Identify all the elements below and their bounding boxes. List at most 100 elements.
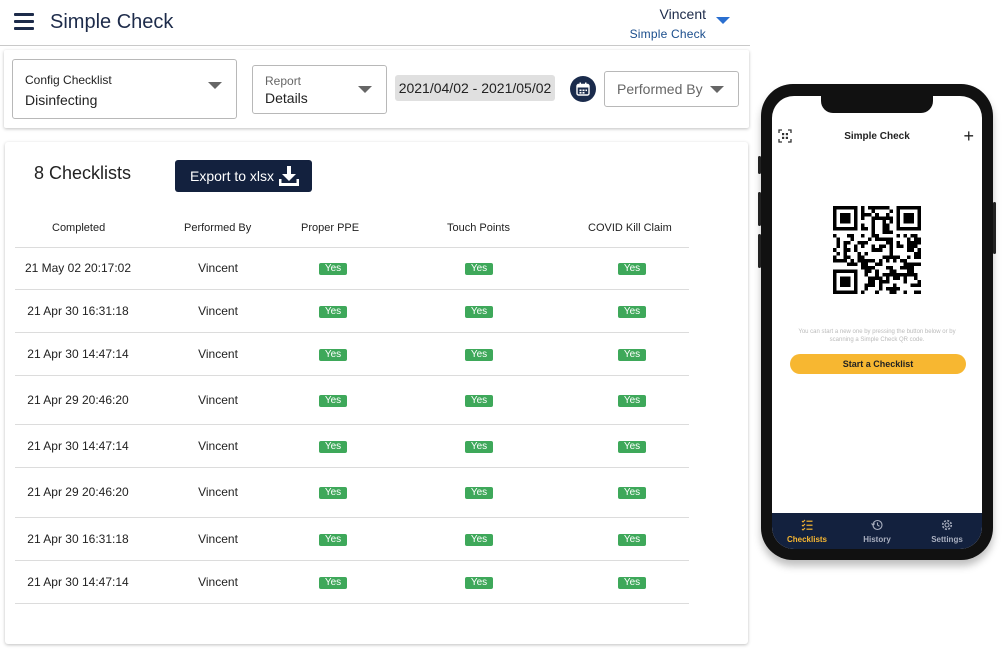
column-header-covid-kill-claim: COVID Kill Claim xyxy=(588,222,672,234)
proper-ppe-badge: Yes xyxy=(319,577,347,589)
download-icon xyxy=(279,166,299,186)
nav-settings-label: Settings xyxy=(931,535,963,544)
app-header: Simple Check Vincent Simple Check xyxy=(0,0,750,46)
config-checklist-select[interactable]: Config Checklist Disinfecting xyxy=(12,59,237,119)
covid-kill-claim-badge: Yes xyxy=(618,395,646,407)
phone-bottom-nav: Checklists History Settings xyxy=(772,513,982,549)
touch-points-badge: Yes xyxy=(465,349,493,361)
touch-points-badge: Yes xyxy=(465,534,493,546)
nav-checklists[interactable]: Checklists xyxy=(772,513,842,549)
filters-bar: Config Checklist Disinfecting Report Det… xyxy=(4,50,749,128)
phone-app-title: Simple Check xyxy=(844,131,910,142)
covid-kill-claim-badge: Yes xyxy=(618,306,646,318)
checklist-icon xyxy=(801,519,813,531)
app-title: Simple Check xyxy=(50,11,174,33)
completed-cell: 21 Apr 30 14:47:14 xyxy=(27,439,129,453)
start-checklist-button[interactable]: Start a Checklist xyxy=(790,354,966,374)
plus-icon[interactable]: + xyxy=(963,126,974,147)
table-row[interactable]: 21 Apr 30 14:47:14 Vincent Yes Yes Yes xyxy=(15,561,689,604)
checklist-count: 8 Checklists xyxy=(34,163,132,183)
nav-settings[interactable]: Settings xyxy=(912,513,982,549)
menu-icon[interactable] xyxy=(14,13,34,30)
completed-cell: 21 Apr 30 14:47:14 xyxy=(27,347,129,361)
phone-side-button xyxy=(993,202,996,254)
table-row[interactable]: 21 Apr 30 14:47:14 Vincent Yes Yes Yes xyxy=(15,425,689,468)
chevron-down-icon xyxy=(208,82,222,89)
qr-code-icon[interactable] xyxy=(833,206,921,294)
completed-cell: 21 May 02 20:17:02 xyxy=(24,261,132,275)
chevron-down-icon[interactable] xyxy=(716,17,730,24)
performed-by-cell: Vincent xyxy=(198,393,238,407)
proper-ppe-badge: Yes xyxy=(319,349,347,361)
phone-side-button xyxy=(758,234,761,268)
history-icon xyxy=(871,519,883,531)
touch-points-badge: Yes xyxy=(465,395,493,407)
covid-kill-claim-badge: Yes xyxy=(618,534,646,546)
phone-screen: Simple Check + You can start a new one b… xyxy=(772,96,982,549)
completed-cell: 21 Apr 30 16:31:18 xyxy=(27,532,129,546)
proper-ppe-badge: Yes xyxy=(319,306,347,318)
performed-by-cell: Vincent xyxy=(198,304,238,318)
table-row[interactable]: 21 May 02 20:17:02 Vincent Yes Yes Yes xyxy=(15,248,689,290)
date-range-field[interactable]: 2021/04/02 - 2021/05/02 xyxy=(395,75,555,101)
proper-ppe-badge: Yes xyxy=(319,263,347,275)
proper-ppe-badge: Yes xyxy=(319,395,347,407)
table-row[interactable]: 21 Apr 30 14:47:14 Vincent Yes Yes Yes xyxy=(15,333,689,376)
config-checklist-value: Disinfecting xyxy=(25,92,98,108)
calendar-icon[interactable] xyxy=(570,76,596,102)
covid-kill-claim-badge: Yes xyxy=(618,487,646,499)
nav-history[interactable]: History xyxy=(842,513,912,549)
nav-history-label: History xyxy=(863,535,891,544)
covid-kill-claim-badge: Yes xyxy=(618,349,646,361)
column-header-completed: Completed xyxy=(52,222,106,234)
touch-points-badge: Yes xyxy=(465,441,493,453)
user-menu[interactable]: Vincent Simple Check xyxy=(630,6,706,41)
completed-cell: 21 Apr 29 20:46:20 xyxy=(27,485,129,499)
performed-by-cell: Vincent xyxy=(198,347,238,361)
column-header-proper-ppe: Proper PPE xyxy=(301,222,360,234)
covid-kill-claim-badge: Yes xyxy=(618,263,646,275)
settings-icon xyxy=(941,519,953,531)
proper-ppe-badge: Yes xyxy=(319,534,347,546)
report-select[interactable]: Report Details xyxy=(252,65,387,114)
phone-side-button xyxy=(758,156,761,174)
completed-cell: 21 Apr 30 16:31:18 xyxy=(27,304,129,318)
user-organization: Simple Check xyxy=(629,27,706,41)
report-label: Report xyxy=(265,74,302,88)
covid-kill-claim-badge: Yes xyxy=(618,441,646,453)
completed-cell: 21 Apr 30 14:47:14 xyxy=(27,575,129,589)
touch-points-badge: Yes xyxy=(465,306,493,318)
phone-hint-text: You can start a new one by pressing the … xyxy=(798,329,956,343)
column-header-touch-points: Touch Points xyxy=(447,222,510,234)
table-row[interactable]: 21 Apr 29 20:46:20 Vincent Yes Yes Yes xyxy=(15,468,689,518)
performed-by-cell: Vincent xyxy=(198,575,238,589)
chevron-down-icon xyxy=(710,86,724,93)
config-checklist-label: Config Checklist xyxy=(25,73,112,87)
user-name: Vincent xyxy=(659,6,706,22)
touch-points-badge: Yes xyxy=(465,577,493,589)
chevron-down-icon xyxy=(358,86,372,93)
phone-mockup: Simple Check + You can start a new one b… xyxy=(758,84,996,560)
table-row[interactable]: 21 Apr 30 16:31:18 Vincent Yes Yes Yes xyxy=(15,290,689,333)
export-xlsx-button[interactable]: Export to xlsx xyxy=(175,160,312,192)
checklists-table: Completed Performed By Proper PPE Touch … xyxy=(15,215,689,604)
table-header: Completed Performed By Proper PPE Touch … xyxy=(15,215,689,248)
proper-ppe-badge: Yes xyxy=(319,487,347,499)
proper-ppe-badge: Yes xyxy=(319,441,347,453)
touch-points-badge: Yes xyxy=(465,487,493,499)
table-row[interactable]: 21 Apr 30 16:31:18 Vincent Yes Yes Yes xyxy=(15,518,689,561)
checklists-card: 8 Checklists Export to xlsx Completed Pe… xyxy=(5,142,748,644)
report-value: Details xyxy=(265,90,308,106)
performed-by-cell: Vincent xyxy=(198,532,238,546)
phone-side-button xyxy=(758,192,761,226)
covid-kill-claim-badge: Yes xyxy=(618,577,646,589)
touch-points-badge: Yes xyxy=(465,263,493,275)
performed-by-placeholder: Performed By xyxy=(617,81,703,97)
completed-cell: 21 Apr 29 20:46:20 xyxy=(27,393,129,407)
performed-by-cell: Vincent xyxy=(198,439,238,453)
phone-notch xyxy=(821,96,933,113)
performed-by-cell: Vincent xyxy=(198,261,238,275)
performed-by-cell: Vincent xyxy=(198,485,238,499)
performed-by-select[interactable]: Performed By xyxy=(604,71,739,107)
table-row[interactable]: 21 Apr 29 20:46:20 Vincent Yes Yes Yes xyxy=(15,376,689,425)
